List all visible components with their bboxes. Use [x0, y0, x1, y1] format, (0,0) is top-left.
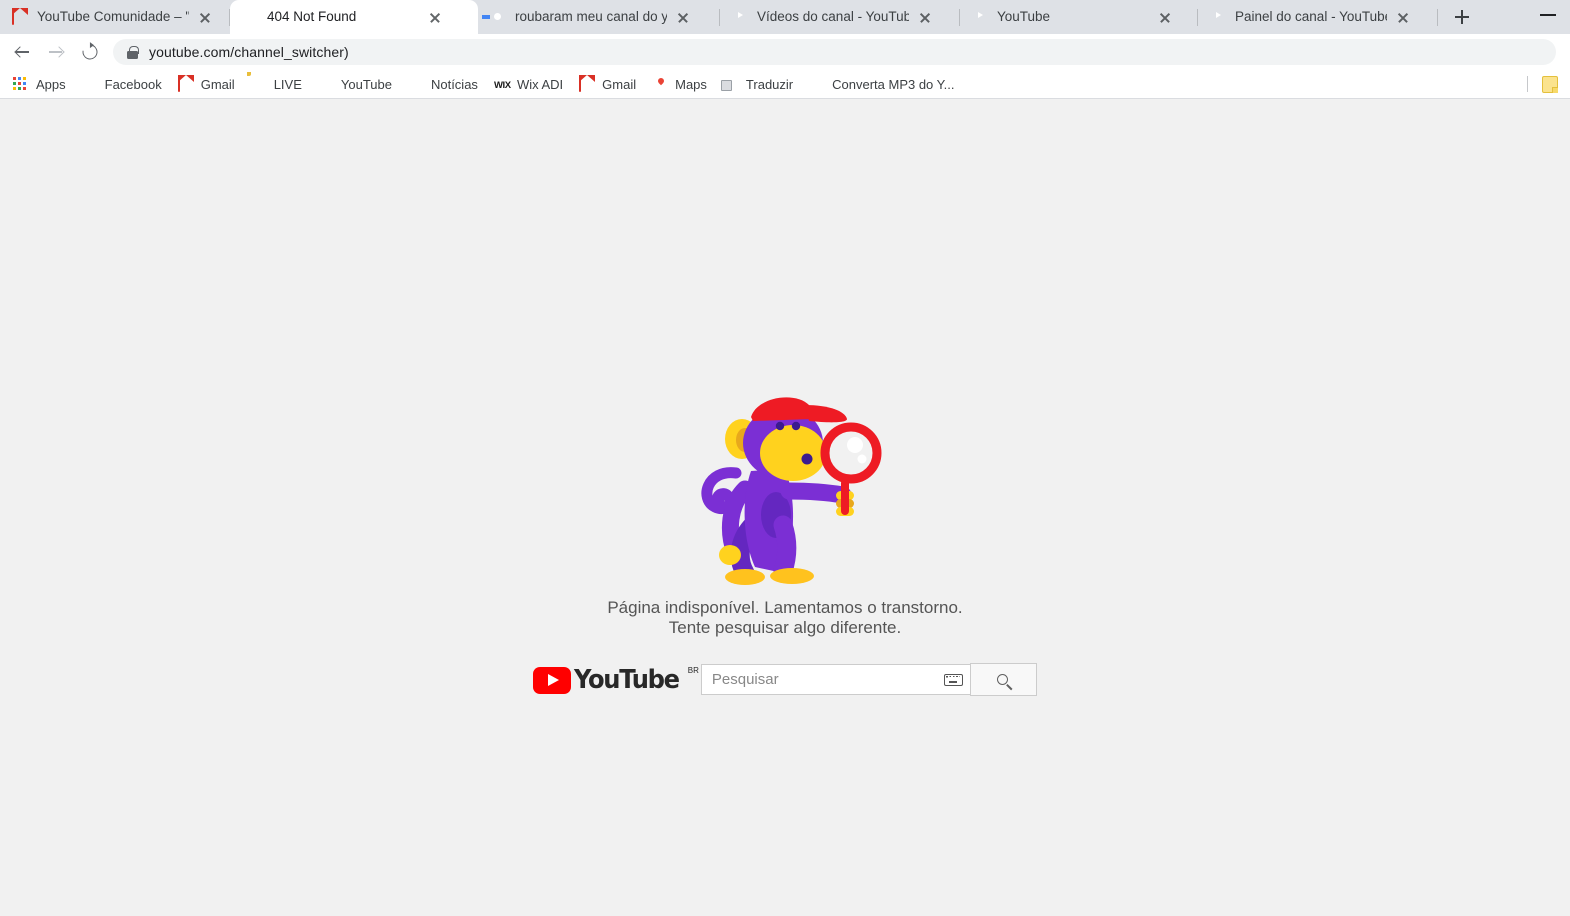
bookmark-label: Wix ADI — [516, 76, 564, 92]
bookmark-label: Converta MP3 do Y... — [832, 76, 955, 92]
browser-tab-strip: YouTube Comunidade – "roubara 404 Not Fo… — [0, 0, 1570, 34]
tab-title: roubaram meu canal do youtube — [515, 9, 667, 24]
bookmark-facebook[interactable]: Facebook — [74, 72, 170, 96]
error-message-line-2: Tente pesquisar algo diferente. — [668, 617, 902, 637]
error-content: Página indisponível. Lamentamos o transt… — [0, 395, 1570, 696]
bookmark-wix-adi[interactable]: WIX Wix ADI — [486, 72, 571, 96]
youtube-icon — [1210, 9, 1226, 25]
gmail-icon — [579, 75, 595, 92]
google-icon — [490, 9, 506, 25]
bookmark-traduzir[interactable]: G Traduzir — [715, 72, 801, 96]
lock-icon — [127, 45, 139, 59]
forward-arrow-icon — [49, 45, 63, 59]
search-box[interactable] — [700, 664, 971, 695]
search-input[interactable] — [711, 671, 944, 688]
bookmarks-bar: Apps Facebook Gmail LIVE YouTube Notícia… — [0, 70, 1570, 99]
bookmark-label: Traduzir — [745, 76, 794, 92]
keyboard-icon[interactable] — [943, 673, 963, 686]
tab-close-icon[interactable] — [675, 9, 691, 25]
youtube-icon — [972, 9, 988, 25]
apps-grid-icon — [13, 76, 29, 92]
bookmark-label: LIVE — [273, 76, 302, 92]
tab-close-icon[interactable] — [917, 9, 933, 25]
address-bar[interactable]: youtube.com/channel_switcher) — [113, 39, 1556, 65]
gmail-icon — [12, 8, 28, 25]
mp3-download-icon — [809, 76, 825, 92]
browser-tab[interactable]: YouTube — [960, 0, 1198, 34]
tab-title: Vídeos do canal - YouTube Studio — [757, 9, 909, 24]
browser-tab-active[interactable]: 404 Not Found — [230, 0, 478, 34]
google-translate-icon: G — [722, 80, 731, 90]
folder-overflow-icon[interactable] — [1542, 75, 1558, 93]
error-message: Página indisponível. Lamentamos o transt… — [0, 598, 1570, 637]
youtube-icon — [242, 9, 258, 25]
page-content: Página indisponível. Lamentamos o transt… — [0, 99, 1570, 916]
search-row: YouTube BR — [0, 663, 1570, 696]
bookmark-label: Apps — [36, 76, 66, 92]
facebook-icon — [82, 76, 98, 92]
youtube-icon — [318, 76, 334, 92]
browser-tab[interactable]: roubaram meu canal do youtube — [478, 0, 720, 34]
gmail-icon — [177, 75, 194, 92]
google-maps-icon — [652, 76, 668, 92]
bookmark-apps[interactable]: Apps — [5, 72, 74, 96]
wix-icon: WIX — [493, 80, 511, 91]
bookmark-gmail[interactable]: Gmail — [170, 72, 243, 96]
tab-close-icon[interactable] — [1395, 9, 1411, 25]
window-minimize-button[interactable] — [1540, 9, 1556, 21]
browser-tab[interactable]: Painel do canal - YouTube Studio — [1198, 0, 1438, 34]
youtube-country-superscript: BR — [687, 665, 699, 675]
tab-close-icon[interactable] — [197, 9, 213, 25]
bookmarks-divider — [1527, 76, 1528, 92]
forward-button[interactable] — [42, 38, 70, 66]
bookmark-label: Notícias — [430, 76, 478, 92]
tab-title: YouTube Comunidade – "roubara — [37, 9, 189, 24]
bookmark-label: Maps — [675, 76, 707, 92]
youtube-icon — [732, 9, 748, 25]
error-message-line-1: Página indisponível. Lamentamos o transt… — [607, 598, 963, 617]
bookmark-noticias[interactable]: Notícias — [400, 72, 486, 96]
bookmark-live[interactable]: LIVE — [243, 72, 310, 96]
browser-tab[interactable]: YouTube Comunidade – "roubara — [0, 0, 230, 34]
bookmark-converta-mp3[interactable]: Converta MP3 do Y... — [801, 72, 962, 96]
bookmark-youtube[interactable]: YouTube — [310, 72, 400, 96]
bookmark-label: Gmail — [602, 76, 637, 92]
browser-toolbar: youtube.com/channel_switcher) — [0, 34, 1570, 70]
back-button[interactable] — [8, 38, 36, 66]
address-bar-url: youtube.com/channel_switcher) — [149, 44, 349, 60]
youtube-wordmark: YouTube — [574, 664, 680, 695]
bookmark-label: Gmail — [200, 76, 235, 92]
new-tab-button[interactable] — [1448, 3, 1476, 31]
monkey-with-magnifying-glass-illustration — [701, 397, 882, 585]
tab-title: YouTube — [997, 9, 1051, 24]
bookmark-gmail-2[interactable]: Gmail — [571, 72, 644, 96]
youtube-logo[interactable]: YouTube BR — [533, 665, 699, 695]
google-news-icon — [408, 76, 424, 92]
bookmark-label: YouTube — [340, 76, 392, 92]
browser-tab[interactable]: Vídeos do canal - YouTube Studio — [720, 0, 960, 34]
bookmark-maps[interactable]: Maps — [644, 72, 715, 96]
reload-icon — [79, 41, 101, 63]
tab-title: Painel do canal - YouTube Studio — [1235, 9, 1387, 24]
reload-button[interactable] — [76, 38, 104, 66]
tab-close-icon[interactable] — [1157, 9, 1173, 25]
bookmark-label: Facebook — [104, 76, 162, 92]
tab-title: 404 Not Found — [267, 9, 357, 24]
folder-icon — [251, 76, 267, 92]
back-arrow-icon — [15, 45, 29, 59]
search-submit-button[interactable] — [969, 663, 1037, 696]
youtube-play-icon — [533, 666, 572, 694]
tab-close-icon[interactable] — [427, 9, 443, 25]
magnifier-icon — [997, 674, 1009, 685]
